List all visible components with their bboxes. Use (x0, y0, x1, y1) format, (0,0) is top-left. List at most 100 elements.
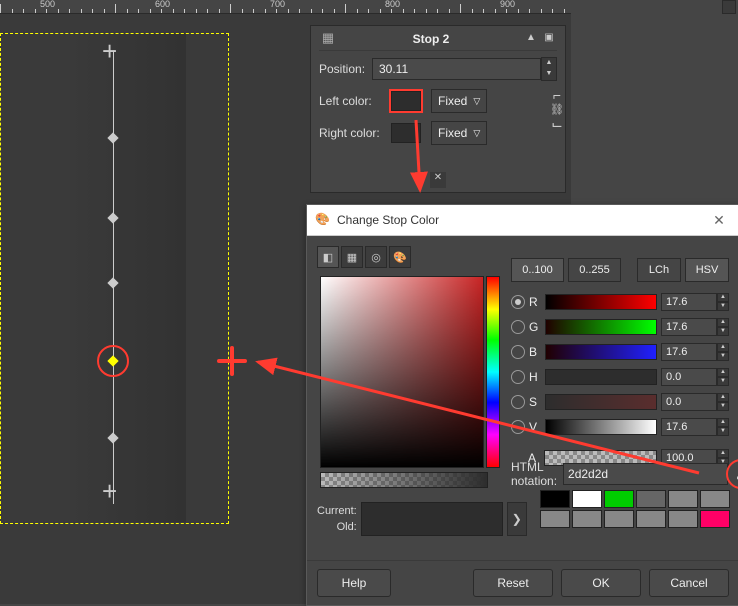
channel-radio[interactable] (511, 395, 525, 409)
channel-value[interactable]: 17.6 (661, 293, 717, 311)
palette-swatch[interactable] (604, 490, 634, 508)
channel-value[interactable]: 17.6 (661, 418, 717, 436)
channel-row-r: R17.6▲▼ (511, 290, 729, 314)
panel-collapse-button[interactable]: ▲ (523, 32, 539, 46)
sv-plane[interactable] (320, 276, 484, 468)
channel-radio[interactable] (511, 295, 525, 309)
spin-up[interactable]: ▲ (717, 293, 729, 302)
spin-up[interactable]: ▲ (717, 343, 729, 352)
palette-swatch[interactable] (700, 510, 730, 528)
ok-button[interactable]: OK (561, 569, 641, 597)
spin-down[interactable]: ▼ (717, 427, 729, 436)
reset-button[interactable]: Reset (473, 569, 553, 597)
channel-slider[interactable] (545, 394, 657, 410)
channel-value[interactable]: 0.0 (661, 368, 717, 386)
ruler-label: 600 (155, 0, 170, 9)
left-color-swatch[interactable] (391, 91, 421, 111)
position-input[interactable] (372, 58, 541, 80)
channel-slider[interactable] (545, 294, 657, 310)
channel-label: V (529, 420, 541, 434)
right-color-swatch[interactable] (391, 123, 421, 143)
channel-row-g: G17.6▲▼ (511, 315, 729, 339)
palette-swatch[interactable] (540, 490, 570, 508)
range-0-255-button[interactable]: 0..255 (568, 258, 621, 282)
channel-row-v: V 17.6▲▼ (511, 415, 729, 439)
eyedropper-button[interactable] (734, 463, 738, 485)
channel-radio[interactable] (511, 370, 525, 384)
spin-up[interactable]: ▲ (717, 418, 729, 427)
spin-up[interactable]: ▲ (717, 449, 729, 458)
palette-swatch[interactable] (540, 510, 570, 528)
html-notation-input[interactable] (563, 463, 728, 485)
alpha-strip-preview[interactable] (320, 472, 488, 488)
spin-down[interactable]: ▼ (717, 327, 729, 336)
picker-tab-gimp[interactable]: ◧ (317, 246, 339, 268)
panel-detach-button[interactable]: ▣ (541, 32, 557, 46)
ruler-horizontal: 500 600 700 800 900 (0, 0, 571, 14)
current-old-preview (361, 502, 503, 536)
channel-radio[interactable] (511, 420, 525, 434)
endpoint-handle-bottom[interactable]: + (102, 478, 117, 504)
panel-title: Stop 2 (341, 32, 521, 46)
channel-slider[interactable] (545, 419, 657, 435)
channel-value[interactable]: 17.6 (661, 343, 717, 361)
channel-value[interactable]: 0.0 (661, 393, 717, 411)
channel-value[interactable]: 17.6 (661, 318, 717, 336)
picker-tab-palette[interactable]: 🎨 (389, 246, 411, 268)
model-lch-button[interactable]: LCh (637, 258, 681, 282)
palette-swatch[interactable] (604, 510, 634, 528)
nav-corner-button[interactable] (722, 0, 736, 14)
link-top-icon[interactable]: ⌐ (553, 87, 561, 103)
old-label: Old: (337, 519, 357, 535)
palette-swatch[interactable] (572, 490, 602, 508)
channel-radio[interactable] (511, 345, 525, 359)
position-spinner[interactable]: ▲▼ (372, 57, 557, 81)
spin-down[interactable]: ▼ (717, 402, 729, 411)
html-notation-label: HTML notation: (511, 460, 557, 488)
spin-up[interactable]: ▲ (717, 368, 729, 377)
dialog-titlebar[interactable]: 🎨 Change Stop Color ✕ (307, 205, 738, 236)
left-color-label: Left color: (319, 94, 391, 108)
spin-up[interactable]: ▲ (542, 58, 556, 69)
left-color-mode-combo[interactable]: Fixed▽ (431, 89, 487, 113)
spin-up[interactable]: ▲ (717, 318, 729, 327)
channel-slider[interactable] (545, 369, 657, 385)
palette-swatch[interactable] (636, 490, 666, 508)
picker-tab-cmyk[interactable]: ▦ (341, 246, 363, 268)
ruler-label: 800 (385, 0, 400, 9)
palette-swatch[interactable] (572, 510, 602, 528)
channel-label: B (529, 345, 541, 359)
spin-up[interactable]: ▲ (717, 393, 729, 402)
hue-strip[interactable] (486, 276, 500, 468)
model-hsv-button[interactable]: HSV (685, 258, 729, 282)
spin-down[interactable]: ▼ (717, 302, 729, 311)
palette-swatch[interactable] (668, 490, 698, 508)
spin-down[interactable]: ▼ (717, 352, 729, 361)
channel-label: S (529, 395, 541, 409)
endpoint-handle-top[interactable]: + (102, 38, 117, 64)
spin-down[interactable]: ▼ (717, 377, 729, 386)
link-bottom-icon[interactable]: ⌙ (551, 116, 563, 133)
delete-stop-button[interactable]: ✕ (430, 172, 446, 188)
cancel-button[interactable]: Cancel (649, 569, 729, 597)
palette-swatch[interactable] (636, 510, 666, 528)
chain-link-icon[interactable]: ⛓ (550, 103, 564, 116)
dialog-title: Change Stop Color (337, 213, 707, 227)
annotation-cross (217, 346, 247, 376)
range-0-100-button[interactable]: 0..100 (511, 258, 564, 282)
channel-label: H (529, 370, 541, 384)
channel-slider[interactable] (545, 319, 657, 335)
ruler-label: 700 (270, 0, 285, 9)
channel-scales: 0..100 0..255 LCh HSV R17.6▲▼G17.6▲▼ B 17.… (511, 258, 729, 471)
spin-down[interactable]: ▼ (542, 69, 556, 80)
help-button[interactable]: Help (317, 569, 391, 597)
channel-radio[interactable] (511, 320, 525, 334)
channel-slider[interactable] (545, 344, 657, 360)
swap-preview-button[interactable]: ❯ (507, 502, 527, 536)
right-color-mode-combo[interactable]: Fixed▽ (431, 121, 487, 145)
dialog-close-button[interactable]: ✕ (707, 212, 731, 229)
ruler-label: 500 (40, 0, 55, 9)
picker-tab-wheel[interactable]: ◎ (365, 246, 387, 268)
palette-swatch[interactable] (668, 510, 698, 528)
palette-swatch[interactable] (700, 490, 730, 508)
